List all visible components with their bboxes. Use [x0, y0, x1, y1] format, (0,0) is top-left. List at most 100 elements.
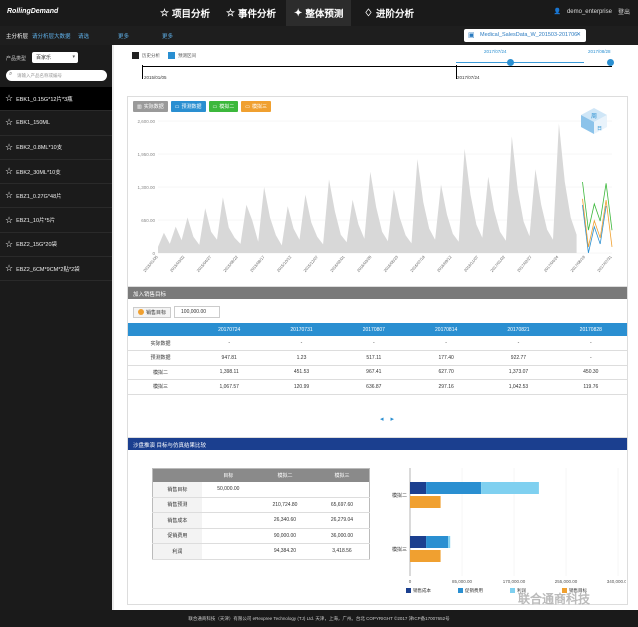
table-cell: 90,000.00 [254, 528, 315, 544]
legend-swatch [510, 588, 515, 593]
cube-day-label: 日 [597, 126, 602, 132]
prev-page-icon[interactable]: ◂ [380, 415, 384, 423]
granularity-cube[interactable]: 周 日 [580, 107, 608, 135]
timeline-forecast-end-handle[interactable] [607, 59, 614, 66]
column-header: 模拟三 [314, 468, 370, 482]
table-cell: 26,279.04 [314, 512, 370, 529]
table-cell: 预测数据 [128, 350, 194, 366]
product-search-input[interactable]: ⌕ 请输入产品名称或编号 [6, 70, 107, 81]
sales-target-input[interactable]: 100,000.00 [174, 306, 221, 318]
table-cell: - [409, 336, 483, 351]
table-cell: - [337, 336, 410, 351]
product-item[interactable]: ☆ EBZ1_0.27G*48片 [0, 184, 112, 209]
column-header: 20170724 [193, 323, 266, 336]
target-dot-icon [138, 309, 144, 315]
close-icon[interactable]: ✕ [576, 31, 581, 38]
product-name: EBK1_0.15G*12片*3瓶 [16, 96, 73, 103]
column-header: 20170814 [409, 323, 483, 336]
table-cell [314, 481, 370, 498]
product-item[interactable]: ☆ EBZ2_15G*20袋 [0, 233, 112, 258]
star-icon[interactable]: ☆ [5, 239, 13, 250]
star-icon[interactable]: ☆ [5, 93, 13, 104]
breadcrumb-item[interactable]: 更多 [118, 32, 129, 40]
breadcrumb-item[interactable]: 更多 [162, 32, 173, 40]
nav-label: 事件分析 [237, 9, 276, 20]
legend-swatch [406, 588, 411, 593]
timeline-forecast-start: 2017/07/24 [484, 49, 507, 54]
product-item[interactable]: ☆ EBK2_30ML*10支 [0, 160, 112, 185]
x-tick-label: 2015/06/22 [222, 254, 239, 273]
x-tick-label: 340,000.00 [607, 579, 626, 584]
table-cell [201, 528, 255, 544]
table-cell: 利润 [152, 543, 202, 560]
x-tick-label: 2015/03/02 [169, 254, 186, 273]
timeline-forecast-start-handle[interactable] [507, 59, 514, 66]
table-cell: 36,000.00 [314, 528, 370, 544]
table-cell: 627.70 [409, 365, 483, 380]
table-row: 销售预测 210,724.80 65,697.60 [152, 497, 370, 513]
product-type-select[interactable]: 百家乐 ▾ [32, 52, 78, 63]
pager: ◂ ▸ [380, 415, 394, 423]
product-name: EBZ1_10片*5片 [16, 218, 56, 225]
table-cell: 120.99 [265, 379, 338, 395]
timeline-start-date: 2015/01/05 [144, 75, 167, 80]
x-tick-label: 2015/04/27 [195, 254, 212, 273]
nav-event-analysis[interactable]: ☆ 事件分析 [218, 0, 284, 26]
table-cell: 3,418.56 [314, 543, 370, 560]
simulation-panel: 沙盘推演 目标与仿真结果比较 目标 模拟二 模拟三 销售目标 50,000.00 销售预… [127, 437, 628, 605]
product-item[interactable]: ☆ EBZ1_10片*5片 [0, 208, 112, 233]
search-placeholder: 请输入产品名称或编号 [17, 73, 62, 78]
star-icon[interactable]: ☆ [5, 215, 13, 226]
breadcrumb-item[interactable]: 请选 [78, 32, 89, 40]
product-item[interactable]: ☆ EBK1_0.15G*12片*3瓶 [0, 87, 112, 112]
product-item[interactable]: ☆ EBK1_150ML [0, 111, 112, 136]
logout-link[interactable]: 登出 [618, 7, 630, 16]
x-tick-label: 2017/07/31 [596, 254, 613, 273]
product-item[interactable]: ☆ EBK2_0.8ML*10支 [0, 136, 112, 160]
diamond-icon: ♢ [364, 7, 373, 19]
file-selector[interactable]: ▣ Medical_SalesData_W_201503-201706 ✕ [464, 29, 586, 42]
star-icon[interactable]: ☆ [5, 142, 13, 153]
wand-icon: ✦ [294, 7, 303, 19]
product-item[interactable]: ☆ EBZ2_6CM*9CM*2贴*2袋 [0, 257, 112, 282]
nav-project-analysis[interactable]: ☆ 项目分析 [152, 0, 218, 26]
table-cell: 26,340.60 [254, 512, 315, 529]
star-icon[interactable]: ☆ [5, 117, 13, 128]
table-row: 实际数据 - - - - - - [128, 336, 627, 351]
breadcrumb-item[interactable]: 请分析层大数据 [32, 32, 71, 40]
table-row: 预测数据 947.81 1.23 517.11 177.40 922.77- [128, 350, 627, 366]
x-tick-label: 2017/06/19 [569, 254, 586, 273]
table-row: 销售成本 26,340.60 26,279.04 [152, 512, 370, 529]
x-tick-label: 85,000.00 [452, 579, 473, 584]
next-page-icon[interactable]: ▸ [391, 415, 395, 423]
nav-advanced-analysis[interactable]: ♢ 进阶分析 [356, 0, 422, 26]
forecast-table: 20170724 20170731 20170807 20170814 20170821… [128, 323, 627, 395]
timeline-handle-start[interactable] [142, 65, 143, 79]
stacked-bar-segment [481, 482, 539, 494]
category-label: 模拟三 [392, 546, 407, 553]
y-tick-label: 650.00 [141, 218, 155, 223]
legend-swatch [458, 588, 463, 593]
table-row: 销售目标 50,000.00 [152, 481, 370, 498]
star-icon[interactable]: ☆ [5, 190, 13, 201]
table-cell: 450.30 [554, 365, 627, 380]
nav-label: 项目分析 [171, 9, 210, 20]
legend-history: 历史分析 [142, 53, 160, 58]
star-icon[interactable]: ☆ [5, 263, 13, 274]
column-header [152, 468, 202, 482]
stacked-bar-segment [426, 482, 482, 494]
breadcrumb-item[interactable]: 主分析层 [6, 32, 28, 40]
search-icon: ⌕ [9, 71, 13, 77]
username[interactable]: demo_enterprise [567, 9, 612, 15]
table-cell: 947.81 [193, 350, 266, 366]
x-tick-label: 2016/09/12 [436, 254, 453, 273]
table-cell [201, 497, 255, 513]
star-icon[interactable]: ☆ [5, 166, 13, 177]
user-icon: 👤 [553, 9, 561, 15]
timeline-mid-date: 2017/07/24 [457, 75, 480, 80]
sales-target-toggle[interactable]: 销售目标 [133, 306, 172, 318]
nav-overall-forecast[interactable]: ✦ 整体预测 [286, 0, 352, 26]
x-tick-label: 2015/10/12 [276, 254, 293, 273]
product-name: EBZ2_15G*20袋 [16, 242, 58, 249]
table-cell: 119.76 [554, 379, 627, 395]
